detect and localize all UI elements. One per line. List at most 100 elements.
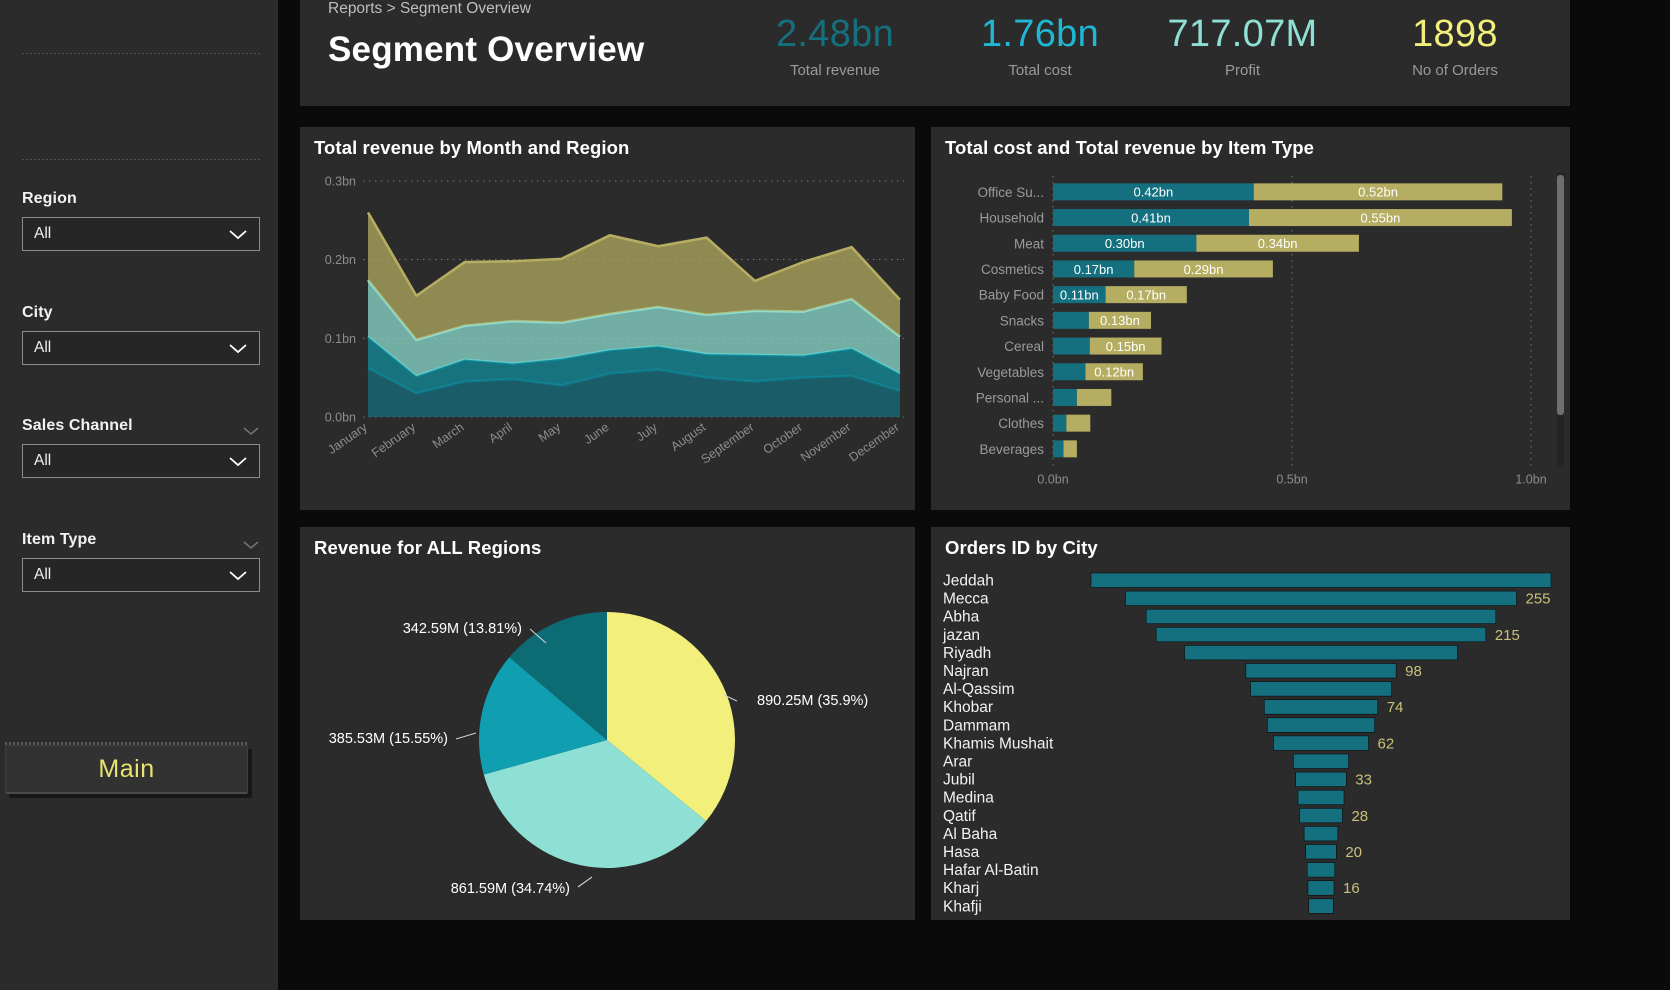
funnel-bar[interactable] (1306, 862, 1336, 878)
funnel-bar[interactable] (1295, 771, 1347, 787)
filter-city-label: City (22, 304, 53, 321)
funnel-bar[interactable] (1263, 699, 1379, 715)
filter-item-type-dropdown[interactable]: All (22, 558, 260, 592)
bar-x-tick: 1.0bn (1515, 473, 1546, 487)
filter-region: Region All (22, 190, 260, 251)
funnel-bar[interactable] (1145, 608, 1497, 625)
bar-segment[interactable] (1053, 311, 1089, 329)
funnel-city-label: Khamis Mushait (943, 735, 1054, 752)
area-y-tick: 0.1bn (325, 332, 356, 346)
bar-category-label: Baby Food (979, 288, 1044, 303)
funnel-city-label: Hasa (943, 844, 980, 861)
funnel-bar[interactable] (1305, 844, 1337, 860)
funnel-bar[interactable] (1307, 880, 1335, 896)
sidebar-divider-bottom (22, 159, 260, 160)
bar-data-label: 0.29bn (1184, 262, 1224, 277)
main-nav-button-label: Main (98, 754, 155, 783)
funnel-value-label: 20 (1345, 844, 1362, 861)
area-x-tick: January (325, 420, 370, 457)
area-chart[interactable]: 0.0bn 0.1bn 0.2bn 0.3bn January February March… (300, 167, 915, 507)
pie-leader-line (577, 876, 593, 888)
collapse-chevron-down-icon[interactable] (242, 425, 260, 437)
filter-region-label: Region (22, 190, 77, 207)
pie-slice-label: 890.25M (35.9%) (757, 693, 868, 709)
funnel-bar[interactable] (1250, 681, 1392, 697)
funnel-value-label: 74 (1387, 699, 1404, 716)
breadcrumb-root[interactable]: Reports (328, 0, 382, 17)
sidebar-divider-top (22, 53, 260, 54)
chevron-down-icon[interactable] (227, 341, 249, 355)
funnel-value-label: 28 (1351, 808, 1368, 825)
funnel-value-label: 255 (1526, 591, 1551, 608)
funnel-bar[interactable] (1155, 626, 1487, 643)
bar-segment[interactable] (1053, 337, 1090, 355)
main-nav-button[interactable]: Main (5, 745, 248, 794)
bar-category-label: Cereal (1004, 339, 1044, 354)
bar-data-label: 0.30bn (1105, 236, 1145, 251)
bar-x-tick: 0.0bn (1037, 473, 1068, 487)
bar-segment[interactable] (1053, 440, 1064, 458)
area-y-tick: 0.0bn (325, 411, 356, 425)
chevron-down-icon[interactable] (227, 568, 249, 582)
filter-city-value: All (34, 339, 52, 356)
filter-item-type-label: Item Type (22, 531, 97, 548)
funnel-bar[interactable] (1299, 808, 1343, 824)
bar-segment[interactable] (1063, 440, 1077, 458)
breadcrumb: Reports > Segment Overview (328, 0, 531, 18)
area-x-tick: May (536, 420, 564, 445)
bar-category-label: Snacks (1000, 313, 1045, 328)
kpi-value-no-of-orders: 1898 (1412, 13, 1498, 55)
bar-category-label: Personal ... (976, 390, 1044, 405)
filter-sales-channel-dropdown[interactable]: All (22, 444, 260, 478)
bar-data-label: 0.52bn (1358, 185, 1398, 200)
filter-city-dropdown[interactable]: All (22, 331, 260, 365)
funnel-city-label: jazan (942, 627, 980, 644)
bar-data-label: 0.34bn (1258, 236, 1298, 251)
bar-segment[interactable] (1066, 414, 1091, 432)
bar-chart-scrollbar-thumb[interactable] (1557, 175, 1564, 415)
chevron-down-icon[interactable] (227, 454, 249, 468)
bar-segment[interactable] (1053, 414, 1067, 432)
funnel-value-label: 215 (1495, 627, 1520, 644)
bar-data-label: 0.41bn (1131, 210, 1171, 225)
funnel-city-label: Al-Qassim (943, 681, 1014, 698)
area-x-tick: February (369, 420, 419, 461)
bar-data-label: 0.15bn (1106, 339, 1146, 354)
kpi-card-total-cost: 1.76bn Total cost (950, 12, 1130, 79)
funnel-bar[interactable] (1184, 645, 1458, 661)
funnel-bar[interactable] (1293, 753, 1349, 769)
funnel-city-label: Dammam (943, 717, 1010, 734)
item-type-bar-chart[interactable]: 0.0bn 0.5bn 1.0bn Office Su... 0.42bn 0.52bn H… (931, 167, 1570, 507)
pie-slice-label: 385.53M (15.55%) (329, 731, 448, 747)
funnel-city-label: Qatif (943, 808, 976, 825)
funnel-bar[interactable] (1090, 572, 1552, 588)
funnel-bar[interactable] (1245, 663, 1397, 679)
area-x-tick: April (486, 420, 515, 446)
bar-segment[interactable] (1076, 388, 1112, 406)
bar-segment[interactable] (1053, 388, 1077, 406)
collapse-chevron-down-icon[interactable] (242, 539, 260, 551)
pie-slice-label: 861.59M (34.74%) (451, 881, 570, 897)
bar-data-label: 0.55bn (1361, 210, 1401, 225)
panel-revenue-for-all-regions: Revenue for ALL Regions 890.25M (35.9%) 8… (300, 527, 915, 920)
funnel-bar[interactable] (1303, 826, 1339, 842)
kpi-card-profit: 717.07M Profit (1130, 12, 1355, 79)
funnel-bar[interactable] (1273, 735, 1369, 751)
funnel-bar[interactable] (1308, 898, 1334, 914)
bar-x-tick: 0.5bn (1276, 473, 1307, 487)
kpi-card-no-of-orders: 1898 No of Orders (1360, 12, 1550, 79)
orders-funnel-chart[interactable]: Jeddah Mecca 255 Abhajazan 215 RiyadhNajran 98… (931, 565, 1570, 920)
bar-category-label: Household (979, 211, 1044, 226)
revenue-pie-chart[interactable]: 890.25M (35.9%) 861.59M (34.74%) 385.53M (… (300, 565, 915, 920)
funnel-bar[interactable] (1297, 789, 1345, 805)
filter-region-dropdown[interactable]: All (22, 217, 260, 251)
bar-data-label: 0.13bn (1100, 313, 1140, 328)
funnel-bar[interactable] (1267, 717, 1375, 733)
chevron-down-icon[interactable] (227, 227, 249, 241)
bar-segment[interactable] (1053, 363, 1086, 381)
filter-region-value: All (34, 225, 52, 242)
funnel-city-label: Najran (943, 663, 989, 680)
filter-city: City All (22, 304, 260, 365)
funnel-bar[interactable] (1125, 590, 1517, 606)
page-title: Segment Overview (328, 30, 645, 69)
